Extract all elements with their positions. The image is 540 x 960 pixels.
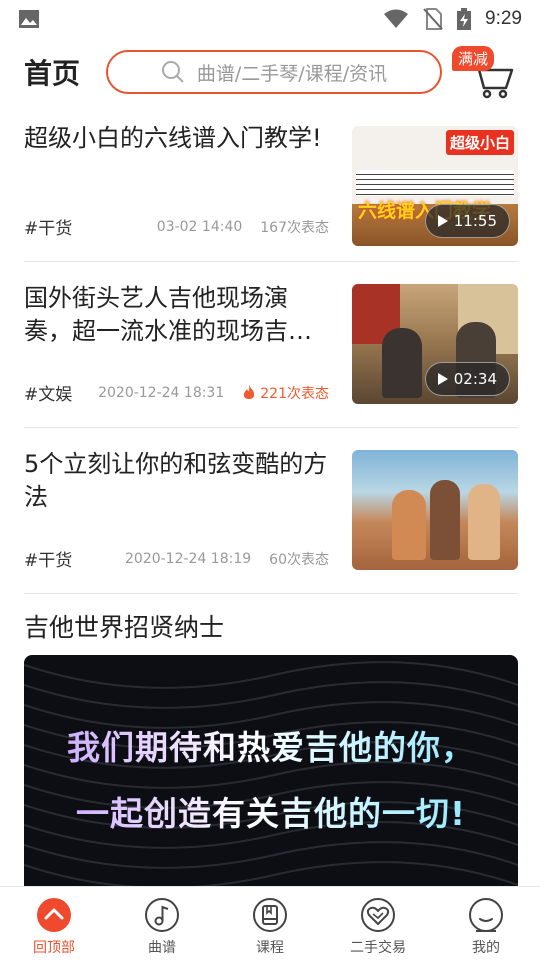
nav-back-to-top[interactable]: 回顶部 — [0, 887, 108, 960]
nav-label: 曲谱 — [148, 940, 176, 956]
article-title: 5个立刻让你的和弦变酷的方法 — [24, 450, 328, 511]
profile-face-icon — [469, 898, 503, 932]
section-title: 吉他世界招贤纳士 — [24, 613, 225, 642]
thumb-tab-lines — [356, 170, 514, 196]
article-feed: 超级小白的六线谱入门教学! #干货 03-02 14:40 167次表态 超级小… — [24, 112, 518, 594]
article-thumbnail[interactable] — [352, 450, 518, 570]
banner-wave-pattern — [24, 661, 518, 887]
play-icon — [437, 215, 448, 227]
article-title: 国外街头艺人吉他现场演奏，超一流水准的现场吉… — [24, 284, 312, 345]
article-title: 超级小白的六线谱入门教学! — [24, 124, 322, 152]
duration-text: 02:34 — [453, 370, 497, 388]
thumb-person-left — [392, 490, 426, 560]
thumb-performer-left — [382, 328, 422, 398]
article-tag[interactable]: #干货 — [24, 214, 157, 239]
article-tag[interactable]: #文娱 — [24, 380, 98, 405]
trade-heart-icon — [361, 898, 395, 932]
clock: 9:29 — [485, 8, 522, 29]
back-to-top-icon — [37, 898, 71, 932]
article-meta: #干货 03-02 14:40 167次表态 — [24, 214, 329, 240]
top-header: 首页 曲谱/二手琴/课程/资讯 满减 — [0, 44, 540, 100]
search-icon — [161, 61, 184, 83]
wifi-icon — [384, 9, 409, 28]
article-date: 2020-12-24 18:31 — [98, 384, 225, 401]
reaction-count: 167次表态 — [260, 219, 329, 236]
article-date: 03-02 14:40 — [156, 218, 243, 235]
hot-reaction: 221次表态 — [242, 383, 329, 403]
page-title: 首页 — [24, 57, 81, 90]
nav-label: 课程 — [256, 940, 284, 956]
reaction-count: 221次表态 — [260, 385, 329, 402]
video-duration: 02:34 — [424, 362, 510, 396]
flame-icon — [244, 384, 255, 399]
video-thumbnail[interactable]: 超级小白 六线谱入门教学 11:55 — [352, 126, 518, 246]
article-card[interactable]: 超级小白的六线谱入门教学! #干货 03-02 14:40 167次表态 超级小… — [24, 112, 518, 262]
nav-sheet-music[interactable]: 曲谱 — [108, 887, 216, 960]
article-meta: #干货 2020-12-24 18:19 60次表态 — [24, 546, 329, 572]
thumb-person-mid — [430, 480, 460, 560]
battery-charging-icon — [457, 8, 472, 30]
no-sim-icon — [423, 8, 443, 30]
music-note-icon — [145, 898, 179, 932]
article-card[interactable]: 5个立刻让你的和弦变酷的方法 #干货 2020-12-24 18:19 60次表… — [24, 428, 518, 594]
cart-button[interactable]: 满减 — [452, 46, 518, 100]
promo-badge: 满减 — [452, 46, 495, 71]
nav-profile[interactable]: 我的 — [432, 887, 540, 960]
article-tag[interactable]: #干货 — [24, 546, 125, 571]
search-placeholder: 曲谱/二手琴/课程/资讯 — [196, 62, 388, 85]
course-book-icon — [253, 898, 287, 932]
nav-label: 我的 — [472, 940, 500, 956]
status-bar: 9:29 — [0, 0, 540, 38]
play-icon — [437, 373, 448, 385]
nav-label: 二手交易 — [350, 940, 406, 956]
search-input[interactable]: 曲谱/二手琴/课程/资讯 — [106, 50, 442, 94]
article-date: 2020-12-24 18:19 — [125, 550, 252, 567]
nav-courses[interactable]: 课程 — [216, 887, 324, 960]
thumb-caption-top: 超级小白 — [445, 130, 514, 155]
banner-line-1: 我们期待和热爱吉他的你， — [24, 721, 518, 769]
image-icon — [19, 10, 39, 28]
video-duration: 11:55 — [424, 204, 510, 238]
reaction-count: 60次表态 — [269, 551, 329, 568]
video-thumbnail[interactable]: 02:34 — [352, 284, 518, 404]
nav-label: 回顶部 — [33, 940, 75, 956]
banner-line-2: 一起创造有关吉他的一切! — [24, 787, 518, 835]
duration-text: 11:55 — [453, 212, 497, 230]
bottom-navigation: 回顶部 曲谱 课程 二手交易 我的 — [0, 886, 540, 960]
nav-second-hand[interactable]: 二手交易 — [324, 887, 432, 960]
recruit-banner[interactable]: 我们期待和热爱吉他的你， 一起创造有关吉他的一切! — [24, 655, 518, 887]
article-card[interactable]: 国外街头艺人吉他现场演奏，超一流水准的现场吉… #文娱 2020-12-24 1… — [24, 262, 518, 428]
article-meta: #文娱 2020-12-24 18:31 221次表态 — [24, 380, 329, 405]
thumb-person-right — [468, 484, 500, 560]
